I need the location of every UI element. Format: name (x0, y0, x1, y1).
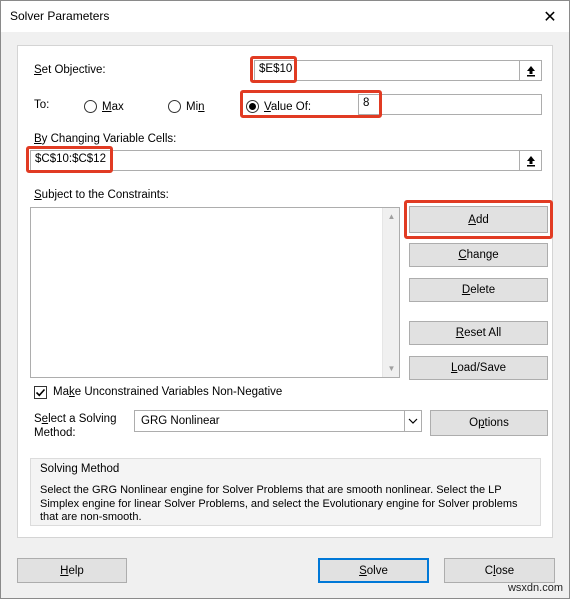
objective-input[interactable]: $E$10 (254, 60, 542, 81)
dialog-title: Solver Parameters (10, 9, 110, 23)
value-of-label: Value Of: (264, 101, 312, 113)
scroll-down-icon[interactable]: ▼ (383, 360, 400, 377)
value-of-input[interactable]: 8 (358, 94, 542, 115)
checkmark-icon (35, 388, 46, 397)
value-of-value: 8 (363, 97, 370, 109)
constraints-label: Subject to the Constraints: (34, 189, 169, 201)
changing-cells-label: By Changing Variable Cells: (34, 133, 177, 145)
solve-button[interactable]: Solve (318, 558, 429, 583)
chevron-down-icon[interactable] (404, 411, 421, 431)
min-label: Min (186, 101, 205, 113)
non-negative-label: Make Unconstrained Variables Non-Negativ… (53, 386, 283, 398)
scroll-up-icon[interactable]: ▲ (383, 208, 400, 225)
range-collapse-icon[interactable] (519, 61, 541, 80)
load-save-button[interactable]: Load/Save (409, 356, 548, 380)
reset-all-button[interactable]: Reset All (409, 321, 548, 345)
method-label-line1: Select a Solving (34, 413, 117, 425)
constraints-scrollbar[interactable]: ▲ ▼ (382, 208, 399, 377)
delete-button[interactable]: Delete (409, 278, 548, 302)
method-selected: GRG Nonlinear (141, 415, 220, 427)
set-objective-label: Set Objective: (34, 64, 106, 76)
non-negative-checkbox[interactable] (34, 386, 47, 399)
main-panel: Set Objective: $E$10 To: Max Min Value O… (17, 45, 553, 538)
solving-method-description: Select the GRG Nonlinear engine for Solv… (40, 484, 518, 523)
min-radio[interactable] (168, 100, 181, 113)
range-collapse-icon[interactable] (519, 151, 541, 170)
title-bar: Solver Parameters ✕ (1, 1, 569, 32)
add-button[interactable]: Add (409, 206, 548, 233)
method-select[interactable]: GRG Nonlinear (134, 410, 422, 432)
close-icon[interactable]: ✕ (531, 1, 569, 32)
watermark: wsxdn.com (507, 582, 563, 594)
options-button[interactable]: Op tions (430, 410, 548, 436)
max-radio[interactable] (84, 100, 97, 113)
change-button[interactable]: Change (409, 243, 548, 267)
max-label: Max (102, 101, 124, 113)
changing-cells-input[interactable]: $C$10:$C$12 (30, 150, 542, 171)
close-button[interactable]: Cl ose (444, 558, 555, 583)
method-label-line2: Method: (34, 427, 76, 439)
objective-value: $E$10 (259, 63, 293, 75)
to-label: To: (34, 99, 50, 111)
changing-cells-value: $C$10:$C$12 (35, 153, 106, 165)
solver-dialog: Solver Parameters ✕ Set Objective: $E$10… (0, 0, 570, 599)
value-of-radio[interactable] (246, 100, 259, 113)
constraints-list[interactable]: ▲ ▼ (30, 207, 400, 378)
solving-method-group: Solving Method Select the GRG Nonlinear … (30, 458, 541, 526)
solving-method-title: Solving Method (40, 463, 120, 475)
help-button[interactable]: Help (17, 558, 127, 583)
